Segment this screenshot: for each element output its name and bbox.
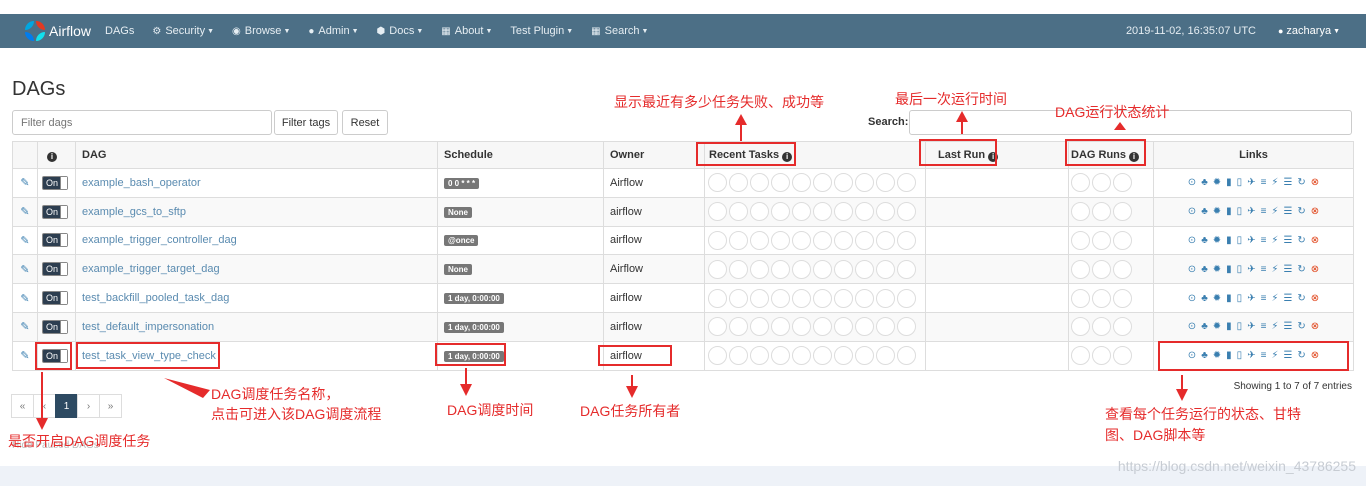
watermark: https://blog.csdn.net/weixin_43786255	[1117, 458, 1356, 474]
annot-dag-name-1: DAG调度任务名称，	[211, 386, 340, 402]
annot-dag-runs: DAG运行状态统计	[1055, 104, 1170, 120]
annot-recent-tasks: 显示最近有多少任务失败、成功等	[614, 94, 824, 110]
annot-schedule: DAG调度时间	[447, 402, 534, 418]
annot-last-run: 最后一次运行时间	[895, 91, 1007, 107]
annot-toggle: 是否开启DAG调度任务	[8, 433, 151, 449]
annot-owner: DAG任务所有者	[580, 403, 681, 419]
annot-links-1: 查看每个任务运行的状态、甘特	[1105, 406, 1301, 422]
annot-links-2: 图、DAG脚本等	[1105, 427, 1206, 443]
annot-dag-name-2: 点击可进入该DAG调度流程	[211, 406, 382, 422]
